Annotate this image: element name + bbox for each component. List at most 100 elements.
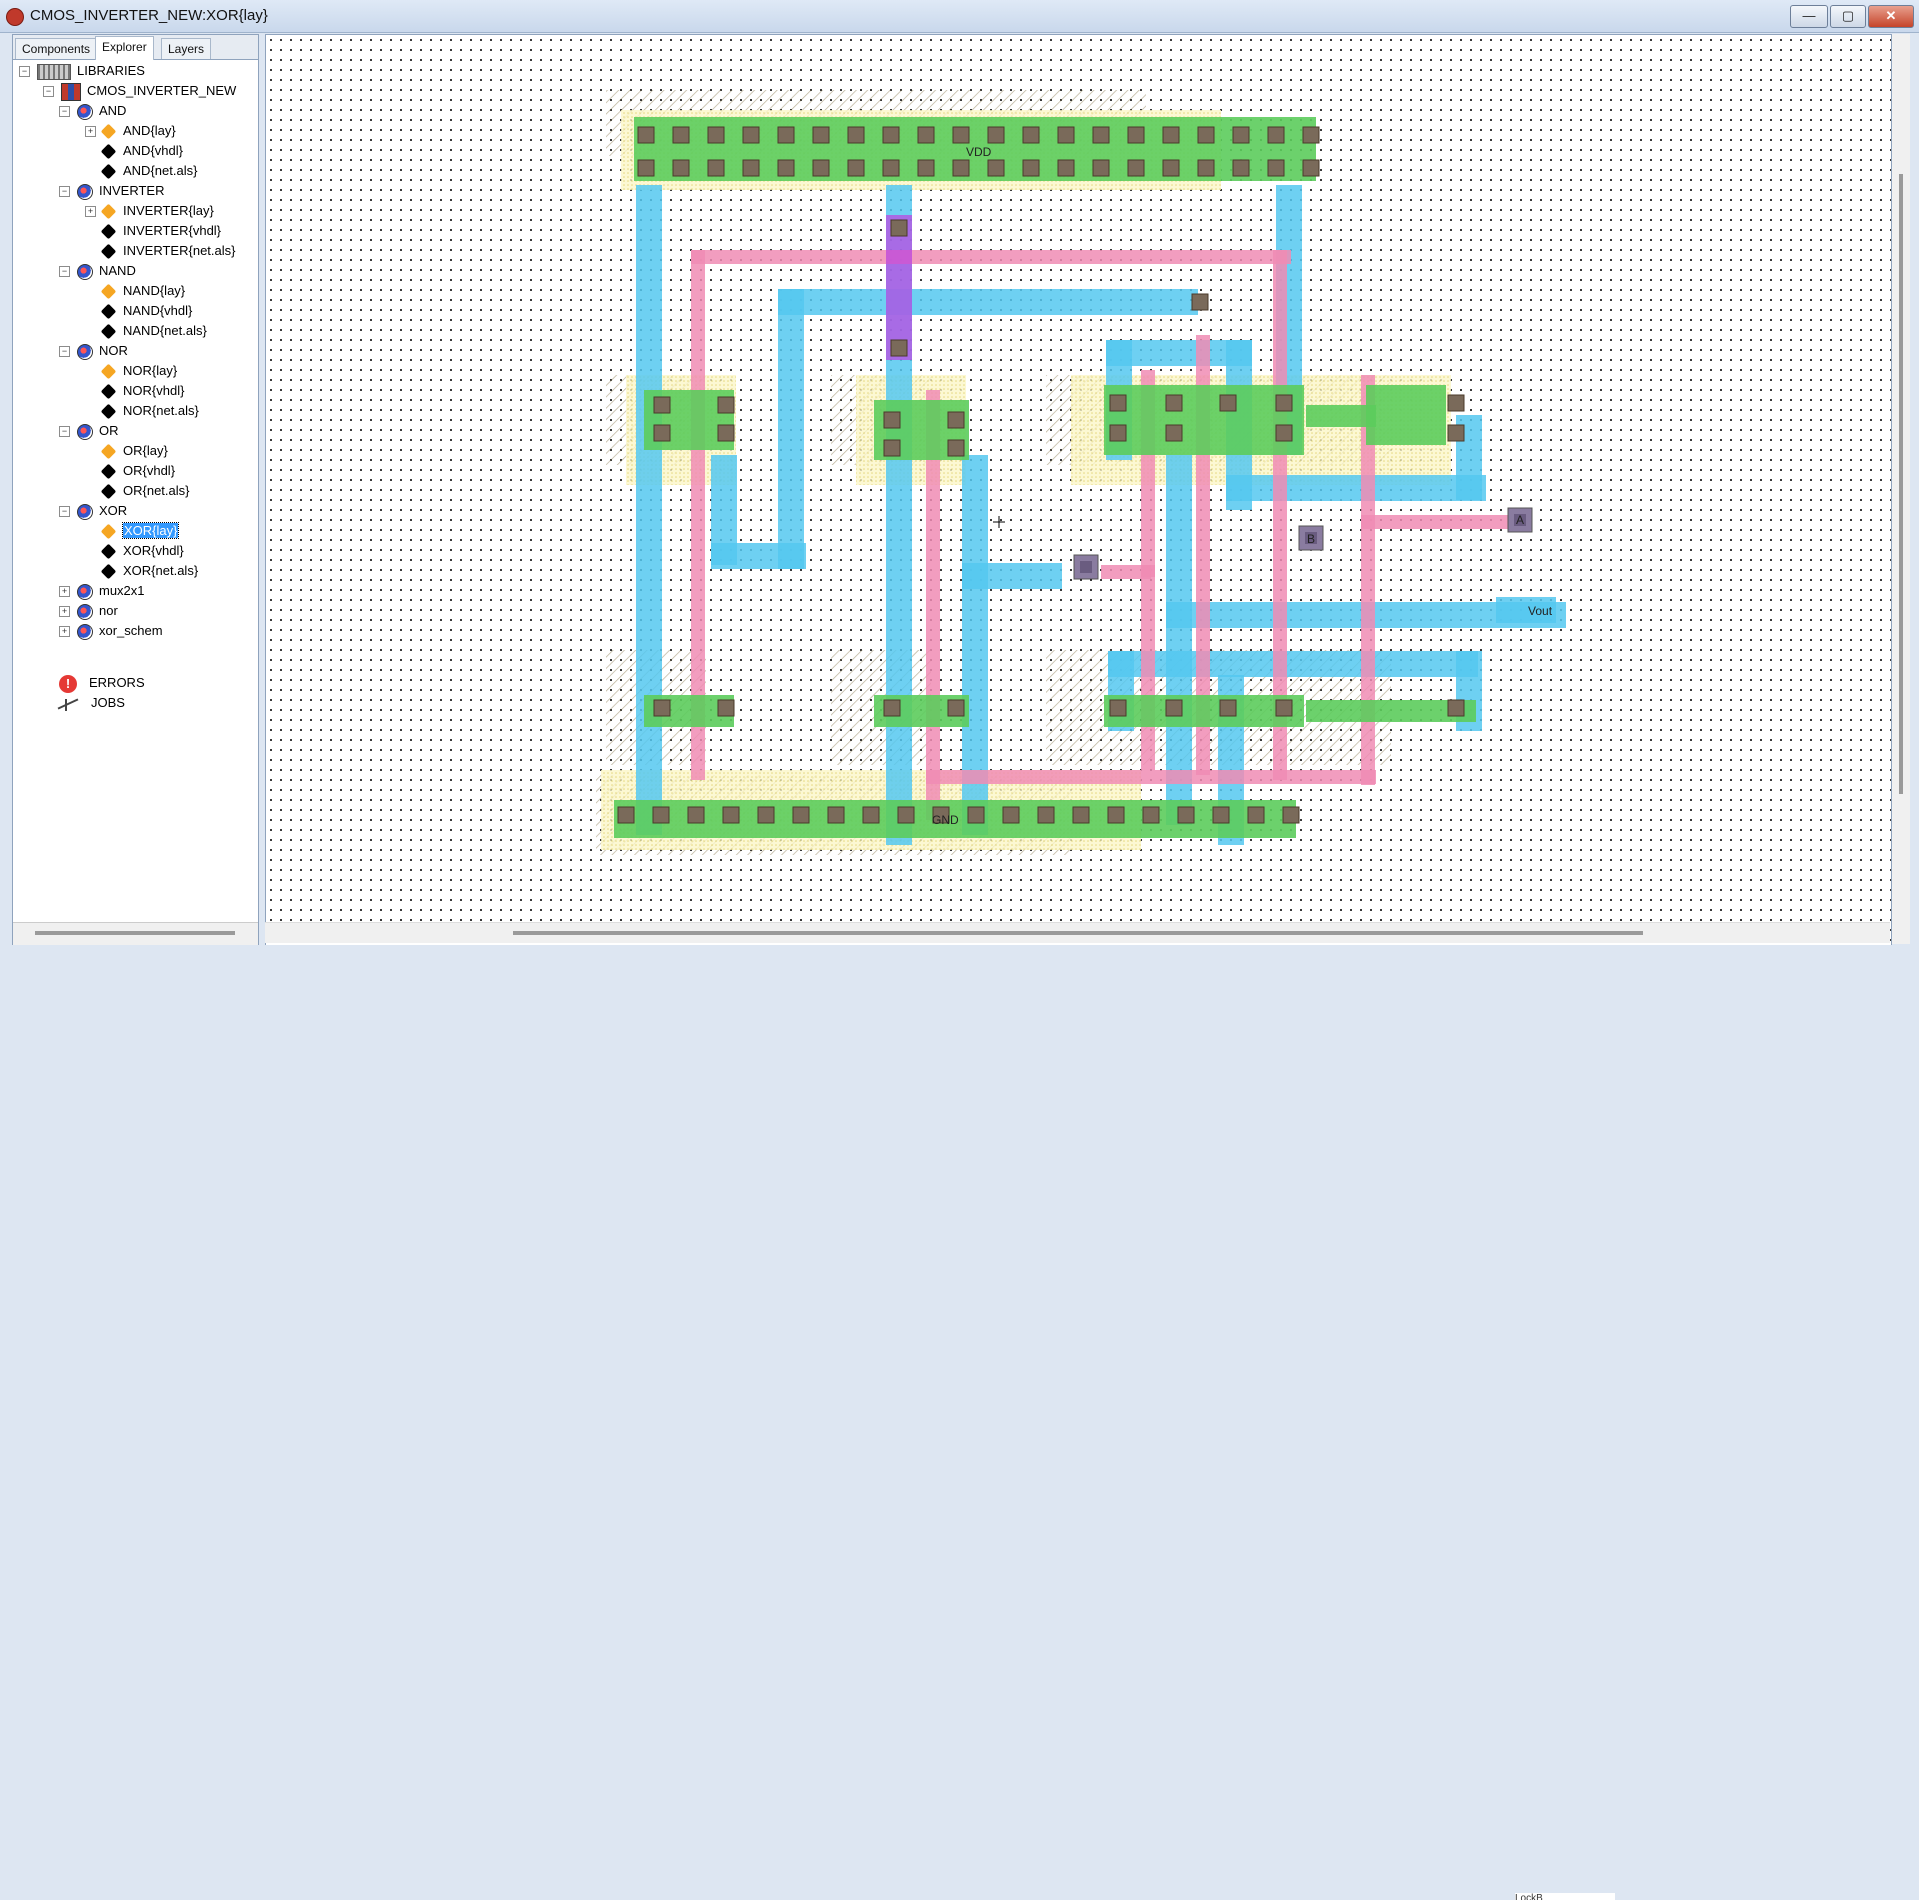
cell-icon [77,583,93,600]
tree-node-cell[interactable]: + mux2x1 [59,583,145,600]
tree-node-errors[interactable]: ! ERRORS [43,675,145,693]
contact-cut [1247,806,1265,824]
b-pin-label: B [1307,532,1315,546]
panel-horizontal-scrollbar[interactable] [13,922,258,945]
collapse-toggle[interactable]: − [19,66,30,77]
close-button[interactable]: ✕ [1868,5,1914,28]
tree-node-view[interactable]: NOR{vhdl} [85,383,184,400]
contact-cut [1165,424,1183,442]
tree-node-view[interactable]: NOR{lay} [85,363,177,380]
tab-components[interactable]: Components [15,38,98,59]
tree-node-library[interactable]: − CMOS_INVERTER_NEW [43,83,236,101]
metal-wire [962,563,1062,589]
layout-view-icon [100,363,117,380]
poly-wire [1361,515,1516,529]
contact-cut [1127,126,1145,144]
contact-cut [883,439,901,457]
contact-cut [792,806,810,824]
horizontal-scrollbar[interactable] [265,922,1890,943]
tree-node-cell[interactable]: − AND [59,103,126,120]
contact-cut [652,806,670,824]
expand-toggle[interactable]: + [85,126,96,137]
contact-cut [637,159,655,177]
cell-icon [77,423,93,440]
contact-cut [1232,126,1250,144]
tree-node-view[interactable]: XOR{lay} [85,522,180,540]
cell-icon [77,263,93,280]
contact-cut [1057,159,1075,177]
tree-node-view[interactable]: NAND{net.als} [85,323,207,340]
collapse-toggle[interactable]: − [59,506,70,517]
scroll-thumb[interactable] [1899,174,1903,794]
tree-node-view[interactable]: AND{net.als} [85,163,197,180]
tree-node-cell[interactable]: − NAND [59,263,136,280]
layout-view-icon [100,443,117,460]
maximize-button[interactable]: ▢ [1830,5,1866,28]
expand-toggle[interactable]: + [59,626,70,637]
tree-node-jobs[interactable]: JOBS [43,695,125,711]
view-icon [100,163,117,180]
tree-node-view[interactable]: NOR{net.als} [85,403,199,420]
contact-cut [967,806,985,824]
contact-cut [812,126,830,144]
tab-layers[interactable]: Layers [161,38,212,59]
tree-node-view[interactable]: INVERTER{net.als} [85,243,235,260]
active-diffusion [1104,695,1304,727]
collapse-toggle[interactable]: − [59,186,70,197]
tree-node-view[interactable]: OR{vhdl} [85,463,175,480]
tree-node-view[interactable]: OR{net.als} [85,483,190,500]
view-icon [100,483,117,500]
tree-node-view[interactable]: XOR{net.als} [85,563,198,580]
contact-cut [1109,424,1127,442]
contact-cut [1197,159,1215,177]
vertical-scrollbar[interactable] [1892,34,1910,944]
tree-node-cell[interactable]: + nor [59,603,118,620]
contact-cut [687,806,705,824]
layout-view-icon [100,283,117,300]
collapse-toggle[interactable]: − [59,266,70,277]
collapse-toggle[interactable]: − [59,106,70,117]
tree-node-cell[interactable]: − XOR [59,503,127,520]
collapse-toggle[interactable]: − [59,426,70,437]
tree-node-cell[interactable]: − NOR [59,343,128,360]
tree-node-view[interactable]: OR{lay} [85,443,168,460]
contact-cut [883,411,901,429]
tree-node-view[interactable]: INVERTER{vhdl} [85,223,221,240]
tree-node-view[interactable]: AND{vhdl} [85,143,183,160]
collapse-toggle[interactable]: − [59,346,70,357]
tree-node-libraries[interactable]: − LIBRARIES [19,63,145,80]
cell-icon [77,623,93,640]
layout-canvas[interactable]: VDD GND A B Vout [265,34,1892,946]
tree-node-view[interactable]: NAND{lay} [85,283,185,300]
title-bar: CMOS_INVERTER_NEW:XOR{lay} — ▢ ✕ [0,0,1919,33]
minimize-button[interactable]: — [1790,5,1828,28]
tab-explorer[interactable]: Explorer [95,36,154,60]
vout-label: Vout [1528,604,1553,618]
view-icon [100,303,117,320]
contact-cut [707,159,725,177]
tree-node-view[interactable]: NAND{vhdl} [85,303,192,320]
cell-icon [77,503,93,520]
collapse-toggle[interactable]: − [43,86,54,97]
via-strip [886,215,912,360]
metal-wire [778,289,804,569]
contact-cut [717,396,735,414]
tree-node-view[interactable]: + AND{lay} [85,123,176,140]
view-icon [100,543,117,560]
tree-node-cell[interactable]: + xor_schem [59,623,163,640]
scroll-thumb[interactable] [35,931,235,935]
tree-node-cell[interactable]: − INVERTER [59,183,165,200]
tree-node-cell[interactable]: − OR [59,423,119,440]
contact-cut [890,219,908,237]
cursor-crosshair [993,516,1005,528]
tree-node-view[interactable]: XOR{vhdl} [85,543,184,560]
tree-node-view[interactable]: + INVERTER{lay} [85,203,214,220]
expand-toggle[interactable]: + [85,206,96,217]
expand-toggle[interactable]: + [59,606,70,617]
scroll-thumb[interactable] [513,931,1643,935]
contact-cut [1267,126,1285,144]
expand-toggle[interactable]: + [59,586,70,597]
contact-cut [1302,159,1320,177]
contact-cut [882,126,900,144]
view-icon [100,563,117,580]
